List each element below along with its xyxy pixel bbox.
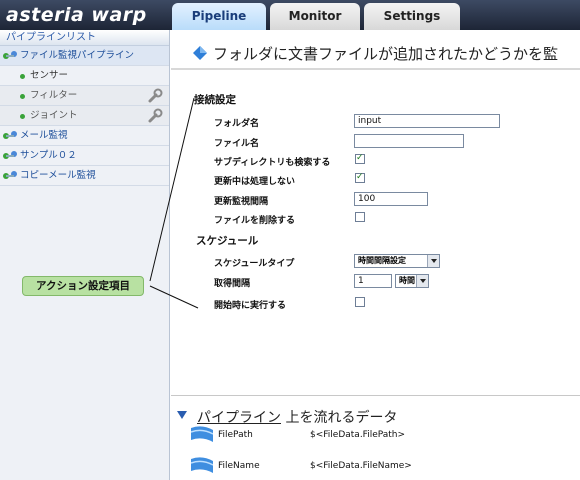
action-settings-callout: アクション設定項目 xyxy=(22,276,144,296)
sidebar-item-sample02[interactable]: サンプル０２ xyxy=(0,146,169,166)
search-subdirectories-checkbox[interactable]: ✓ xyxy=(355,153,365,164)
title-divider xyxy=(171,68,580,70)
pipeline-data-heading: パイプライン 上を流れるデータ xyxy=(197,407,397,427)
search-subdirectories-label: サブディレクトリも検索する xyxy=(214,158,331,168)
data-field-icon xyxy=(191,426,213,442)
wrench-icon[interactable] xyxy=(147,88,163,104)
file-name-input[interactable] xyxy=(354,134,464,148)
sidebar-item-filter[interactable]: フィルター xyxy=(0,86,169,106)
delete-file-checkbox[interactable] xyxy=(355,212,365,222)
main-panel: フォルダに文書ファイルが追加されたかどうかを監 接続設定 フォルダ名 input… xyxy=(171,30,580,480)
check-icon: ✓ xyxy=(356,172,364,182)
chevron-down-icon xyxy=(427,255,439,267)
pipeline-link[interactable]: パイプライン xyxy=(197,410,281,426)
run-on-start-label: 開始時に実行する xyxy=(214,301,287,311)
tab-pipeline[interactable]: Pipeline xyxy=(172,3,266,30)
app-logo: asteria warp xyxy=(6,4,147,26)
data-field-value: $<FileData.FilePath> xyxy=(310,430,406,440)
schedule-type-value: 時間間隔設定 xyxy=(358,256,406,265)
fetch-interval-label: 取得間隔 xyxy=(214,279,251,289)
data-field-name: FilePath xyxy=(218,430,253,440)
sidebar-item-copy-mail-watch[interactable]: コピーメール監視 xyxy=(0,166,169,186)
fetch-interval-unit-value: 時間 xyxy=(399,276,415,285)
tab-settings[interactable]: Settings xyxy=(364,3,460,30)
sidebar: パイプラインリスト ファイル監視パイプライン センサー フィルター ジョイント … xyxy=(0,30,170,480)
sidebar-item-file-watch-pipeline[interactable]: ファイル監視パイプライン xyxy=(0,46,169,66)
update-interval-label: 更新監視間隔 xyxy=(214,197,269,207)
bullet-icon xyxy=(20,114,25,119)
skip-while-updating-label: 更新中は処理しない xyxy=(214,177,296,187)
section-divider xyxy=(171,395,580,396)
pipeline-icon xyxy=(3,131,17,139)
sidebar-item-label: サンプル０２ xyxy=(20,150,77,161)
page-title-row: フォルダに文書ファイルが追加されたかどうかを監 xyxy=(171,40,580,66)
delete-file-label: ファイルを削除する xyxy=(214,216,296,226)
sidebar-item-joint[interactable]: ジョイント xyxy=(0,106,169,126)
bullet-icon xyxy=(20,94,25,99)
data-field-icon xyxy=(191,457,213,473)
sidebar-item-sensor[interactable]: センサー xyxy=(0,66,169,86)
sidebar-item-label: フィルター xyxy=(30,90,78,101)
chevron-down-icon xyxy=(416,275,428,287)
fetch-interval-input[interactable]: 1 xyxy=(354,274,392,288)
bullet-icon xyxy=(20,74,25,79)
folder-name-label: フォルダ名 xyxy=(214,119,260,129)
sidebar-item-label: センサー xyxy=(30,70,69,81)
sidebar-item-label: コピーメール監視 xyxy=(20,170,96,181)
data-field-value: $<FileData.FileName> xyxy=(310,461,412,471)
schedule-type-label: スケジュールタイプ xyxy=(214,259,295,269)
page-title: フォルダに文書ファイルが追加されたかどうかを監 xyxy=(213,45,559,63)
top-bar: asteria warp Pipeline Monitor Settings xyxy=(0,0,580,30)
schedule-heading: スケジュール xyxy=(196,235,259,247)
diamond-icon xyxy=(193,46,207,60)
update-interval-input[interactable]: 100 xyxy=(354,192,428,206)
sidebar-item-label: ジョイント xyxy=(30,110,78,121)
pipeline-data-heading-suffix: 上を流れるデータ xyxy=(281,410,398,426)
pipeline-list-header: パイプラインリスト xyxy=(0,30,169,46)
pipeline-icon xyxy=(3,151,17,159)
sidebar-item-mail-watch[interactable]: メール監視 xyxy=(0,126,169,146)
tab-monitor[interactable]: Monitor xyxy=(270,3,360,30)
schedule-type-select[interactable]: 時間間隔設定 xyxy=(354,254,440,268)
pipeline-icon xyxy=(3,171,17,179)
connection-settings-heading: 接続設定 xyxy=(194,94,236,106)
sidebar-item-label: ファイル監視パイプライン xyxy=(20,50,135,61)
wrench-icon[interactable] xyxy=(147,108,163,124)
fetch-interval-unit-select[interactable]: 時間 xyxy=(395,274,429,288)
data-field-name: FileName xyxy=(218,461,260,471)
run-on-start-checkbox[interactable] xyxy=(355,297,365,307)
check-icon: ✓ xyxy=(356,153,364,163)
sidebar-item-label: メール監視 xyxy=(20,130,68,141)
folder-name-input[interactable]: input xyxy=(354,114,500,128)
collapse-triangle-icon[interactable] xyxy=(177,411,187,419)
pipeline-icon xyxy=(3,51,17,59)
skip-while-updating-checkbox[interactable]: ✓ xyxy=(355,172,365,183)
file-name-label: ファイル名 xyxy=(214,139,260,149)
